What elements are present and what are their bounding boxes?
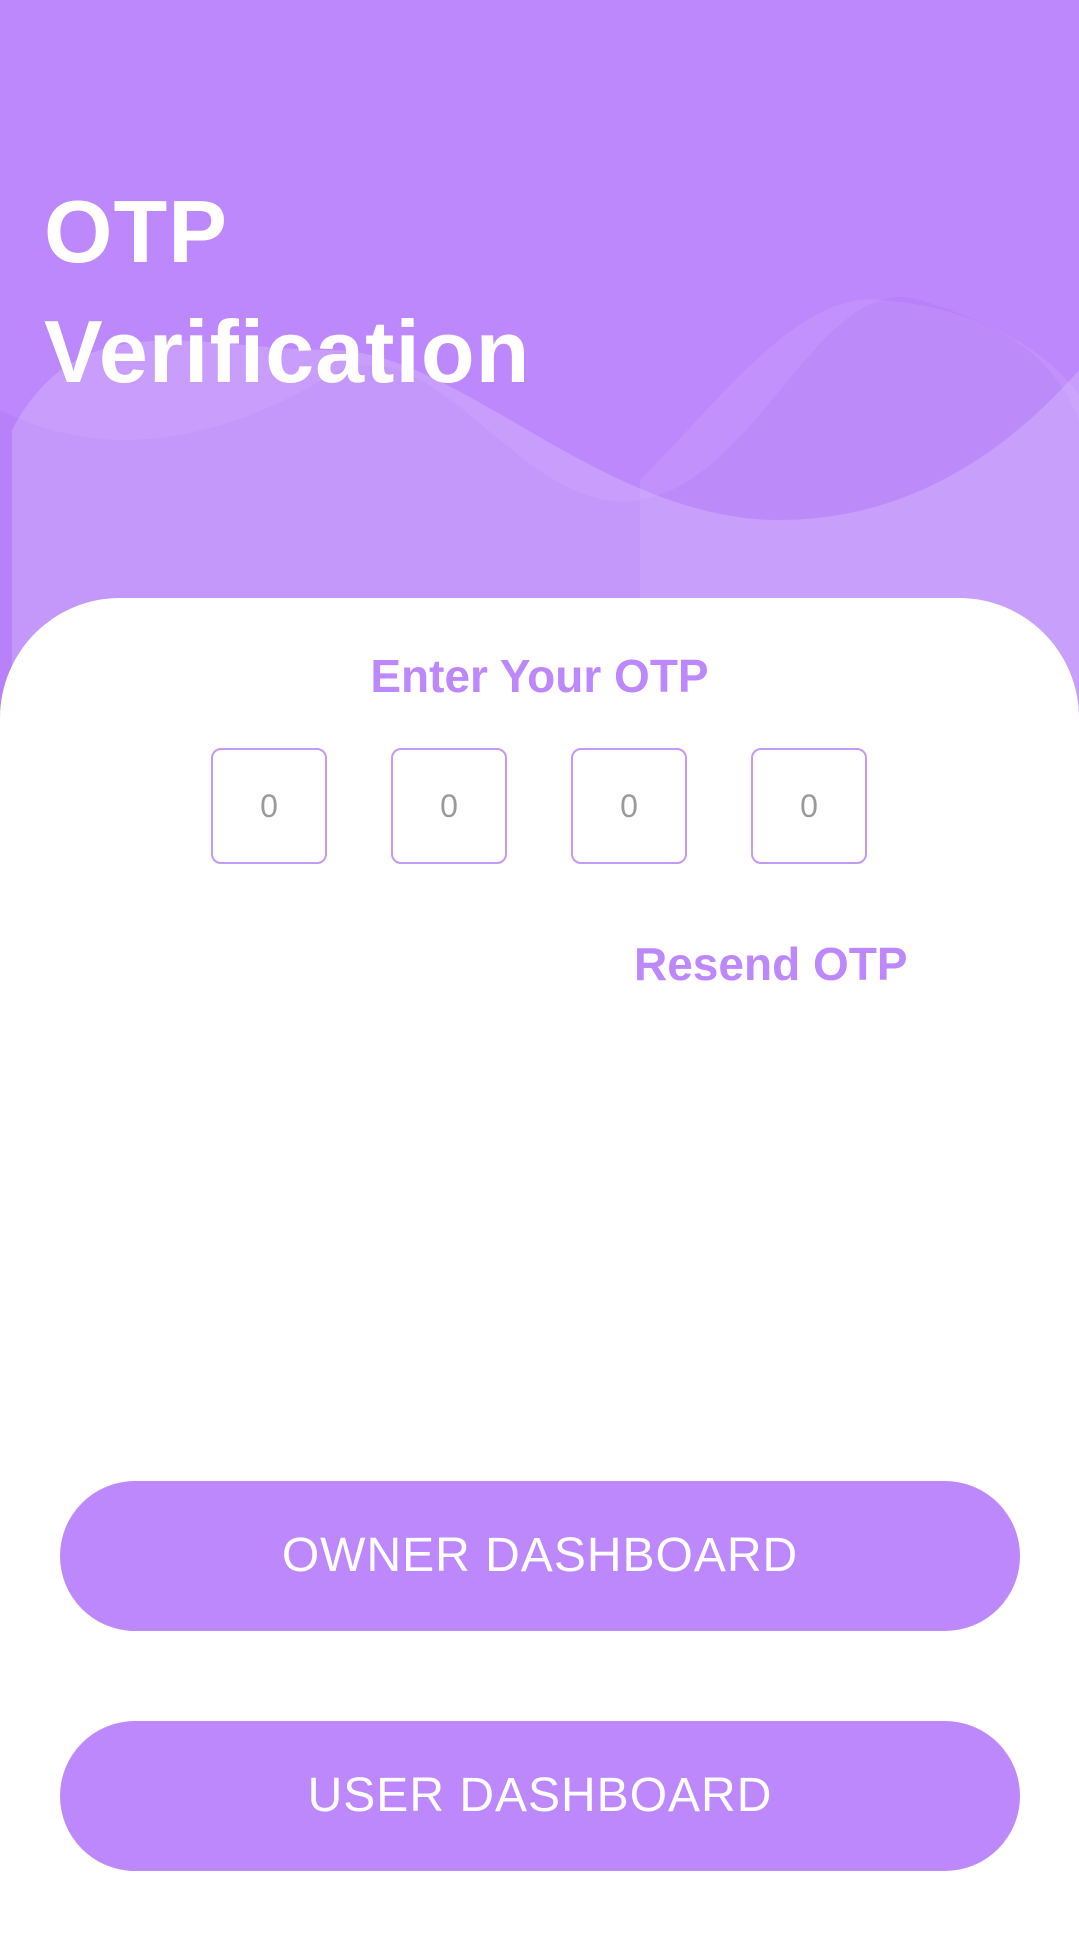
otp-digit-2[interactable]	[391, 748, 507, 864]
otp-digit-4[interactable]	[751, 748, 867, 864]
page-title: OTP Verification	[44, 172, 530, 412]
page-title-line1: OTP	[44, 182, 228, 281]
page-title-line2: Verification	[44, 302, 531, 401]
otp-digit-3[interactable]	[571, 748, 687, 864]
otp-digit-1[interactable]	[211, 748, 327, 864]
resend-otp-link[interactable]: Resend OTP	[634, 934, 908, 994]
owner-dashboard-button[interactable]: OWNER DASHBOARD	[60, 1481, 1020, 1631]
user-dashboard-button[interactable]: USER DASHBOARD	[60, 1721, 1020, 1871]
otp-heading: Enter Your OTP	[370, 650, 709, 702]
